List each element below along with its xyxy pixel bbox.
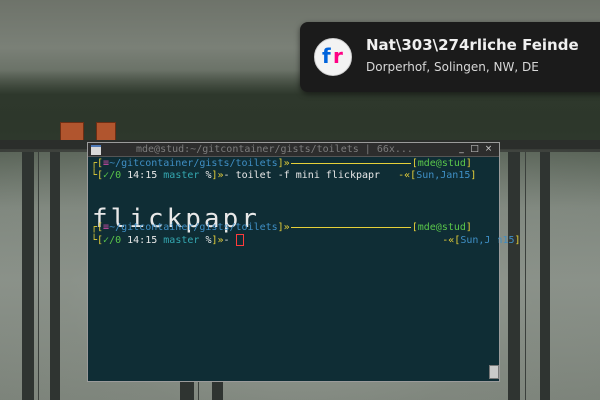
prompt-date: Sun,Jan15: [416, 170, 471, 181]
terminal-scrollbar[interactable]: [489, 157, 498, 381]
prompt-rule: [290, 226, 411, 228]
prompt-branch: master: [163, 235, 200, 246]
minimize-icon[interactable]: _: [457, 145, 466, 154]
prompt-path: ~/gitcontainer/gists/toilets: [109, 158, 278, 169]
prompt-line-top: ┌[≡~/gitcontainer/gists/toilets]» [mde@st…: [91, 222, 472, 233]
notification-popup[interactable]: f r Nat\303\274rliche Feinde Dorperhof, …: [300, 22, 600, 92]
flickr-icon: f r: [314, 38, 352, 76]
wallpaper-bridge-pillar: [50, 152, 60, 400]
terminal-app-icon[interactable]: [91, 145, 101, 155]
prompt-line-top: ┌[≡~/gitcontainer/gists/toilets]» [mde@st…: [91, 158, 472, 169]
notification-title: Nat\303\274rliche Feinde: [366, 36, 579, 54]
prompt-line-bottom: └[✓/0 14:15 master %]»- -«[Sun,Jan15]: [91, 234, 521, 246]
prompt-status: ✓/0: [103, 170, 122, 181]
wallpaper-truss: [525, 152, 526, 400]
wallpaper-bridge-pillar: [508, 152, 520, 400]
terminal-title: mde@stud:~/gitcontainer/gists/toilets | …: [136, 144, 413, 155]
maximize-icon[interactable]: □: [470, 145, 479, 154]
prompt-rule: [290, 162, 411, 164]
prompt-status: ✓/0: [103, 235, 122, 246]
terminal-cursor[interactable]: [235, 234, 244, 246]
wallpaper-train-car: [60, 122, 84, 142]
wallpaper-bridge-pillar: [22, 152, 34, 400]
prompt-line-bottom: └[✓/0 14:15 master %]»- toilet -f mini f…: [91, 170, 477, 181]
prompt-time: 14:15: [127, 235, 158, 246]
terminal-window[interactable]: mde@stud:~/gitcontainer/gists/toilets | …: [87, 142, 521, 382]
scrollbar-thumb[interactable]: [489, 365, 499, 379]
terminal-output[interactable]: ┌[≡~/gitcontainer/gists/toilets]» [mde@st…: [88, 157, 521, 381]
wallpaper-truss: [38, 152, 39, 400]
prompt-time: 14:15: [127, 170, 158, 181]
notification-body: Dorperhof, Solingen, NW, DE: [366, 60, 539, 74]
wallpaper-bridge-pillar: [540, 152, 550, 400]
terminal-titlebar[interactable]: mde@stud:~/gitcontainer/gists/toilets | …: [88, 143, 499, 157]
prompt-path: ~/gitcontainer/gists/toilets: [109, 222, 278, 233]
command-text: toilet -f mini flickpapr: [235, 170, 381, 181]
prompt-date: Sun,Jan15: [460, 235, 515, 246]
prompt-branch: master: [163, 170, 200, 181]
prompt-user: mde@stud: [417, 158, 466, 169]
wallpaper-train-car: [96, 122, 116, 142]
close-icon[interactable]: ×: [484, 145, 493, 154]
prompt-user: mde@stud: [417, 222, 466, 233]
